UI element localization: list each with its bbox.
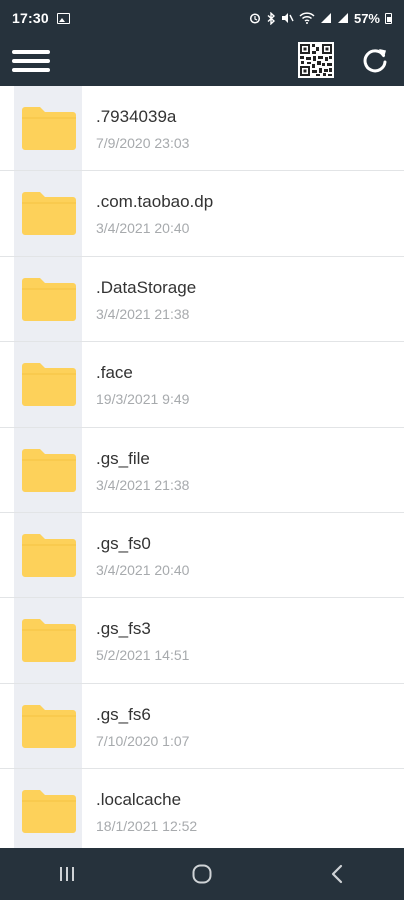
folder-icon xyxy=(22,704,76,748)
folder-thumbnail xyxy=(0,512,84,598)
battery-level: 57% xyxy=(353,10,380,26)
bluetooth-icon xyxy=(266,11,276,25)
list-item[interactable]: .DataStorage 3/4/2021 21:38 xyxy=(0,256,404,343)
list-item[interactable]: .gs_fs6 7/10/2020 1:07 xyxy=(0,683,404,770)
file-date: 3/4/2021 21:38 xyxy=(96,476,190,493)
folder-thumbnail xyxy=(0,769,84,848)
refresh-icon[interactable] xyxy=(360,45,390,75)
list-item[interactable]: .7934039a 7/9/2020 23:03 xyxy=(0,86,404,172)
folder-thumbnail xyxy=(0,256,84,342)
status-bar: 17:30 57% xyxy=(0,0,404,36)
signal-icon-2 xyxy=(337,12,349,24)
folder-icon xyxy=(22,363,76,407)
file-name: .gs_file xyxy=(96,448,150,468)
folder-thumbnail xyxy=(0,683,84,769)
navigation-bar xyxy=(0,848,404,900)
file-date: 3/4/2021 20:40 xyxy=(96,220,190,237)
file-name: .localcache xyxy=(96,790,182,810)
alarm-icon xyxy=(249,12,261,24)
file-name: .DataStorage xyxy=(96,277,197,297)
folder-thumbnail xyxy=(0,342,84,427)
file-date: 19/3/2021 9:49 xyxy=(96,391,190,408)
folder-thumbnail xyxy=(0,171,84,257)
list-item[interactable]: .gs_file 3/4/2021 21:38 xyxy=(0,427,404,513)
folder-icon xyxy=(22,790,76,834)
file-date: 3/4/2021 20:40 xyxy=(96,561,190,578)
recent-apps-icon[interactable] xyxy=(37,854,97,894)
folder-thumbnail xyxy=(0,86,84,171)
file-date: 7/9/2020 23:03 xyxy=(96,135,190,151)
folder-icon xyxy=(22,533,76,577)
folder-icon xyxy=(22,192,76,236)
file-name: .com.taobao.dp xyxy=(96,192,214,212)
wifi-icon xyxy=(299,12,315,24)
folder-icon xyxy=(22,619,76,663)
folder-icon xyxy=(22,448,76,492)
status-time: 17:30 xyxy=(12,10,49,26)
app-bar xyxy=(0,36,404,86)
battery-icon xyxy=(385,12,392,24)
file-date: 3/4/2021 21:38 xyxy=(96,305,190,322)
status-icons: 57% xyxy=(249,11,392,26)
folder-thumbnail xyxy=(0,598,84,684)
folder-icon xyxy=(22,107,76,150)
list-item[interactable]: .localcache 18/1/2021 12:52 xyxy=(0,769,404,848)
qr-code-icon[interactable] xyxy=(298,42,334,78)
file-date: 5/2/2021 14:51 xyxy=(96,647,190,664)
file-name: .gs_fs3 xyxy=(96,619,151,639)
file-name: .face xyxy=(96,363,133,383)
signal-icon xyxy=(320,12,332,24)
file-name: .7934039a xyxy=(96,107,177,126)
file-list: .7934039a 7/9/2020 23:03 .com.taobao.dp … xyxy=(0,86,404,848)
mute-icon xyxy=(281,12,294,24)
file-date: 7/10/2020 1:07 xyxy=(96,732,190,749)
hamburger-menu-icon[interactable] xyxy=(12,46,50,76)
home-icon[interactable] xyxy=(172,854,232,894)
list-item[interactable]: .com.taobao.dp 3/4/2021 20:40 xyxy=(0,171,404,257)
folder-icon xyxy=(22,277,76,321)
back-icon[interactable] xyxy=(307,854,367,894)
list-item[interactable]: .gs_fs3 5/2/2021 14:51 xyxy=(0,598,404,684)
gallery-notification-icon xyxy=(56,12,70,24)
folder-thumbnail xyxy=(0,427,84,513)
list-item[interactable]: .face 19/3/2021 9:49 xyxy=(0,342,404,428)
file-date: 18/1/2021 12:52 xyxy=(96,818,198,835)
list-item[interactable]: .gs_fs0 3/4/2021 20:40 xyxy=(0,512,404,599)
file-name: .gs_fs6 xyxy=(96,704,151,724)
file-name: .gs_fs0 xyxy=(96,533,151,553)
